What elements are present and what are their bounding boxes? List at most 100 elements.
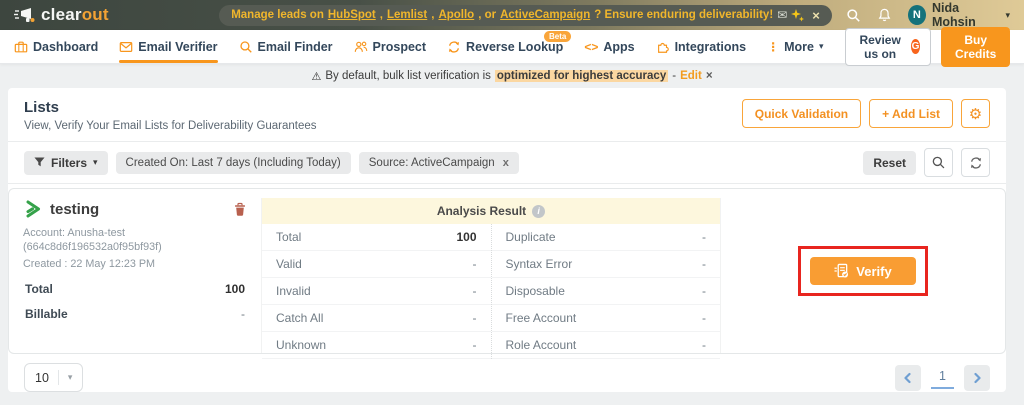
megaphone-icon — [14, 8, 35, 22]
verify-section: Verify — [721, 189, 1005, 353]
nav-actions: Review us on G Buy Credits — [844, 26, 1010, 67]
page-number[interactable]: 1 — [931, 366, 954, 389]
refresh-icon — [970, 156, 981, 169]
envelope-icon: ✉ — [777, 8, 788, 22]
user-menu[interactable]: N Nida Mohsin ▾ — [907, 1, 1010, 29]
analysis-row: Invalid - — [262, 278, 491, 305]
nav-item-more[interactable]: ⋮ More ▾ — [767, 30, 823, 63]
notice-text: By default, bulk list verification is — [325, 70, 491, 82]
verify-doc-icon — [834, 263, 849, 278]
banner-link-hubspot[interactable]: HubSpot — [328, 9, 376, 21]
notice-edit-link[interactable]: Edit — [680, 70, 702, 82]
analysis-row: Catch All - — [262, 305, 491, 332]
nav-item-reverse-lookup[interactable]: Reverse Lookup Beta — [447, 30, 572, 63]
prev-page-button[interactable] — [895, 364, 922, 391]
main-nav: Dashboard Email Verifier Email Finder Pr… — [0, 26, 1024, 67]
analysis-header: Analysis Result i — [262, 198, 720, 224]
analysis-row: Valid - — [262, 251, 491, 278]
people-icon — [354, 40, 368, 54]
beta-badge: Beta — [543, 31, 572, 42]
add-list-button[interactable]: + Add List — [869, 99, 953, 128]
gear-icon: ⚙ — [968, 104, 983, 123]
search-list-button[interactable] — [924, 148, 953, 177]
list-card: testing Account: Anusha-test (664c8d6f19… — [8, 188, 1006, 359]
notice-highlight: optimized for highest accuracy — [494, 70, 669, 82]
notice-bar: ⚠ By default, bulk list verification is … — [311, 69, 713, 83]
banner-close-icon[interactable]: × — [812, 8, 820, 23]
nav-item-email-finder[interactable]: Email Finder — [239, 30, 333, 63]
buy-credits-button[interactable]: Buy Credits — [941, 26, 1010, 67]
banner-link-apollo[interactable]: Apollo — [438, 9, 474, 21]
list-created: Created : 22 May 12:23 PM — [23, 258, 156, 271]
lists-panel: Lists View, Verify Your Email Lists for … — [8, 88, 1006, 392]
settings-gear-button[interactable]: ⚙ — [961, 99, 990, 128]
filter-chip-created-on[interactable]: Created On: Last 7 days (Including Today… — [115, 151, 351, 174]
chevron-down-icon: ▾ — [67, 372, 73, 382]
page-title: Lists — [24, 99, 60, 116]
briefcase-icon — [14, 40, 28, 54]
reset-button[interactable]: Reset — [863, 150, 916, 175]
filter-toolbar: Filters ▾ Created On: Last 7 days (Inclu… — [8, 141, 1006, 184]
analysis-row: Total 100 — [262, 224, 491, 251]
pagination-bar: 10 ▾ 1 — [8, 354, 1006, 403]
list-total-row: Total 100 — [25, 282, 245, 297]
banner-link-activecampaign[interactable]: ActiveCampaign — [500, 9, 590, 21]
page-subtitle: View, Verify Your Email Lists for Delive… — [24, 120, 317, 132]
list-billable-value: - — [241, 307, 245, 322]
nav-item-prospect[interactable]: Prospect — [354, 30, 426, 63]
puzzle-icon — [656, 40, 670, 54]
dots-vertical-icon: ⋮ — [767, 39, 780, 54]
analysis-row: Syntax Error - — [491, 251, 720, 278]
topbar-right: N Nida Mohsin ▾ — [846, 1, 1010, 29]
chevron-left-icon — [904, 372, 911, 383]
nav-item-integrations[interactable]: Integrations — [656, 30, 746, 63]
review-us-button[interactable]: Review us on G — [844, 27, 932, 66]
page-header: Lists View, Verify Your Email Lists for … — [8, 88, 1006, 141]
promo-banner: Manage leads on HubSpot, Lemlist, Apollo… — [219, 4, 832, 26]
avatar: N — [907, 5, 926, 25]
g2-logo-icon: G — [910, 39, 921, 54]
next-page-button[interactable] — [964, 364, 990, 391]
logo-text: clearout — [41, 5, 109, 24]
verify-button[interactable]: Verify — [810, 257, 916, 285]
list-name[interactable]: testing — [50, 201, 226, 218]
bell-icon[interactable] — [877, 7, 892, 23]
magnifier-icon — [932, 156, 945, 169]
funnel-icon — [34, 157, 45, 167]
nav-item-dashboard[interactable]: Dashboard — [14, 30, 98, 63]
header-actions: Quick Validation + Add List ⚙ — [741, 99, 990, 128]
chevron-down-icon: ▾ — [1005, 9, 1010, 20]
clearout-logo[interactable]: clearout — [14, 5, 211, 25]
list-account: Account: Anusha-test (664c8d6f196532a0f9… — [23, 227, 162, 254]
magnifier-icon — [239, 40, 253, 54]
analysis-row: Free Account - — [491, 305, 720, 332]
sync-icon — [447, 40, 461, 54]
notice-close-icon[interactable]: × — [706, 70, 713, 82]
code-icon: <> — [584, 39, 599, 54]
quick-validation-button[interactable]: Quick Validation — [741, 99, 862, 128]
chevron-down-icon: ▾ — [93, 157, 98, 167]
analysis-left-column: Total 100 Valid - Invalid - Catch All - Unkn… — [262, 224, 491, 359]
analysis-right-column: Duplicate - Syntax Error - Disposable - Fre… — [490, 224, 720, 359]
search-icon[interactable] — [846, 7, 861, 23]
analysis-row: Duplicate - — [491, 224, 720, 251]
page-size-select[interactable]: 10 ▾ — [24, 363, 84, 392]
nav-item-email-verifier[interactable]: Email Verifier — [119, 30, 218, 63]
chip-close-icon[interactable]: x — [503, 157, 509, 169]
pager: 1 — [895, 364, 990, 391]
sparkle-icon — [791, 8, 805, 21]
filter-chip-source[interactable]: Source: ActiveCampaign x — [358, 151, 519, 174]
refresh-button[interactable] — [961, 148, 990, 177]
top-bar: clearout Manage leads on HubSpot, Lemlis… — [0, 0, 1024, 30]
list-total-value: 100 — [224, 282, 245, 297]
trash-icon[interactable] — [233, 202, 247, 217]
analysis-result-panel: Analysis Result i Total 100 Valid - Invali… — [261, 198, 721, 359]
warning-icon: ⚠ — [311, 69, 322, 83]
annotation-highlight-box: Verify — [798, 246, 928, 296]
banner-link-lemlist[interactable]: Lemlist — [387, 9, 427, 21]
nav-item-apps[interactable]: <> Apps — [584, 30, 634, 63]
list-billable-row: Billable - — [25, 307, 245, 322]
user-name: Nida Mohsin — [931, 1, 976, 29]
info-icon[interactable]: i — [532, 204, 546, 218]
filters-dropdown[interactable]: Filters ▾ — [24, 150, 108, 175]
